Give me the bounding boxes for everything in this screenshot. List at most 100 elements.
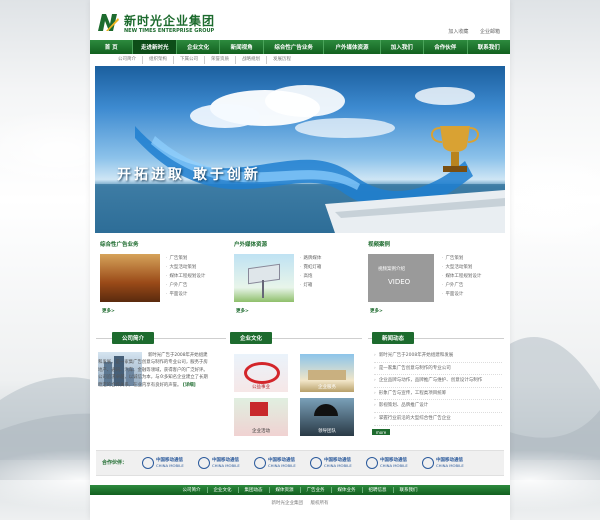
about-more-link[interactable]: [详细] <box>183 383 196 388</box>
footer-link[interactable]: 集团动态 <box>239 487 270 493</box>
footer-link[interactable]: 公司简介 <box>177 487 208 493</box>
nav-item-news[interactable]: 新闻视角 <box>220 40 264 54</box>
panel-title: 综合性广告业务 <box>100 242 139 248</box>
list-item[interactable]: 户外广告 <box>442 281 481 290</box>
subnav-item[interactable]: 公司简介 <box>112 56 143 64</box>
partner-logo[interactable]: 中国移动通信 CHINA MOBILE <box>198 456 248 470</box>
partner-name-en: CHINA MOBILE <box>268 463 296 468</box>
banner-slogan: 开拓进取 敢于创新 <box>117 167 261 183</box>
subnav-item[interactable]: 发展历程 <box>267 56 297 64</box>
about-text: 新时光广告于2008年开始组建和发展，是一家集广告创意与制作的专业公司，服务于房… <box>98 352 210 389</box>
list-item[interactable]: 平面设计 <box>166 290 205 299</box>
panel-title: 户外媒体资源 <box>234 242 268 248</box>
footer-link[interactable]: 媒体业务 <box>332 487 363 493</box>
culture-caption: 领导团队 <box>318 429 336 434</box>
list-item[interactable]: 高炮 <box>300 272 321 281</box>
city-night-image[interactable] <box>100 254 160 302</box>
more-link[interactable]: 更多> <box>370 308 383 314</box>
culture-card[interactable]: 领导团队 <box>300 398 354 436</box>
footer-link[interactable]: 企业文化 <box>208 487 239 493</box>
brand-name-en: NEW TIMES ENTERPRISE GROUP <box>124 28 215 34</box>
news-more-button[interactable]: more <box>372 429 390 435</box>
brand-logo[interactable]: 新时光企业集团 NEW TIMES ENTERPRISE GROUP <box>96 10 216 36</box>
culture-caption: 公益事业 <box>252 385 270 390</box>
news-item[interactable]: 形象广告与宣传，工程类项目统筹 <box>374 388 502 401</box>
list-item[interactable]: 户外广告 <box>166 281 205 290</box>
nav-item-culture[interactable]: 企业文化 <box>177 40 221 54</box>
add-favorite-link[interactable]: 加入收藏 <box>448 29 468 35</box>
culture-caption: 企业活动 <box>252 429 270 434</box>
nav-item-advertising[interactable]: 综合性广告业务 <box>264 40 325 54</box>
news-item[interactable]: 影视策划、品牌推广设计 <box>374 400 502 413</box>
news-item[interactable]: 企业品牌与动作，品牌推广与维护、创意设计与制作 <box>374 375 502 388</box>
culture-card[interactable]: 公益事业 <box>234 354 288 392</box>
nav-item-about[interactable]: 走进新时光 <box>133 40 177 54</box>
nav-item-outdoor-media[interactable]: 户外媒体资源 <box>324 40 381 54</box>
list-item[interactable]: 媒体工程规划设计 <box>166 272 205 281</box>
panel-title: 视频案例 <box>368 242 391 248</box>
nav-item-contact[interactable]: 联系我们 <box>468 40 510 54</box>
footer-nav: 公司简介 企业文化 集团动态 媒体资源 广告业务 媒体业务 招聘信息 联系我们 <box>90 485 510 495</box>
brand-name-cn: 新时光企业集团 <box>124 14 216 28</box>
list-item[interactable]: 灯箱 <box>300 281 321 290</box>
partner-logo[interactable]: 中国移动通信 CHINA MOBILE <box>422 456 472 470</box>
video-player[interactable]: 视频案例介绍 VIDEO <box>368 254 434 302</box>
list-item[interactable]: 霓虹灯箱 <box>300 263 321 272</box>
list-item[interactable]: 路牌媒体 <box>300 254 321 263</box>
billboard-shape <box>248 263 280 285</box>
list-item[interactable]: 大型活动策划 <box>442 263 481 272</box>
billboard-image[interactable] <box>234 254 294 302</box>
panel-advertising: 综合性广告业务 广告策划 大型活动策划 媒体工程规划设计 户外广告 平面设计 更… <box>100 240 226 316</box>
subnav-item[interactable]: 战略规划 <box>236 56 267 64</box>
news-item[interactable]: 掌握行业前沿的大型综合性广告企业 <box>374 413 502 426</box>
main-nav: 首 页 走进新时光 企业文化 新闻视角 综合性广告业务 户外媒体资源 加入我们 … <box>90 40 510 54</box>
top-links: 加入收藏 企业邮箱 <box>438 28 500 35</box>
list-item[interactable]: 广告策划 <box>442 254 481 263</box>
panel-video-cases: 视频案例 视频案例介绍 VIDEO 广告策划 大型活动策划 媒体工程规划设计 户… <box>368 240 494 316</box>
list-item[interactable]: 广告策划 <box>166 254 205 263</box>
subnav-item[interactable]: 下属公司 <box>174 56 205 64</box>
footer-link[interactable]: 联系我们 <box>394 487 424 493</box>
partner-logo[interactable]: 中国移动通信 CHINA MOBILE <box>142 456 192 470</box>
partner-name-en: CHINA MOBILE <box>212 463 240 468</box>
copyright-company: 新时光企业集团 <box>271 501 304 506</box>
china-mobile-icon <box>142 457 154 469</box>
list-item[interactable]: 媒体工程规划设计 <box>442 272 481 281</box>
china-mobile-icon <box>366 457 378 469</box>
sub-nav: 公司简介 组织架构 下属公司 荣誉资质 战略规划 发展历程 <box>112 56 297 64</box>
partner-logo[interactable]: 中国移动通信 CHINA MOBILE <box>254 456 304 470</box>
partner-name-en: CHINA MOBILE <box>324 463 352 468</box>
flag-shape <box>250 402 268 416</box>
list-item[interactable]: 平面设计 <box>442 290 481 299</box>
china-mobile-icon <box>198 457 210 469</box>
panel-list: 广告策划 大型活动策划 媒体工程规划设计 户外广告 平面设计 <box>166 254 205 299</box>
news-list: 新时光广告于2008年开始组建和发展 是一家集广告创意与制作的专业公司 企业品牌… <box>374 350 502 426</box>
nav-item-home[interactable]: 首 页 <box>90 40 134 54</box>
nav-item-partners[interactable]: 合作伙伴 <box>424 40 468 54</box>
partner-name-en: CHINA MOBILE <box>380 463 408 468</box>
partner-logo[interactable]: 中国移动通信 CHINA MOBILE <box>366 456 416 470</box>
copyright-rights: 版权所有 <box>310 501 329 506</box>
banner-scene <box>95 85 505 233</box>
footer-link[interactable]: 媒体资源 <box>270 487 301 493</box>
more-link[interactable]: 更多> <box>236 308 249 314</box>
more-link[interactable]: 更多> <box>102 308 115 314</box>
logo-n-icon <box>96 12 120 32</box>
culture-card[interactable]: 企业服务 <box>300 354 354 392</box>
news-item[interactable]: 是一家集广告创意与制作的专业公司 <box>374 363 502 376</box>
footer-link[interactable]: 广告业务 <box>301 487 332 493</box>
nav-item-join[interactable]: 加入我们 <box>381 40 425 54</box>
partner-logo[interactable]: 中国移动通信 CHINA MOBILE <box>310 456 360 470</box>
billboard-pole <box>262 280 264 298</box>
culture-card[interactable]: 企业活动 <box>234 398 288 436</box>
hero-banner[interactable]: 开拓进取 敢于创新 <box>95 66 505 233</box>
video-title: 视频案例介绍 <box>378 267 405 272</box>
subnav-item[interactable]: 组织架构 <box>143 56 174 64</box>
list-item[interactable]: 大型活动策划 <box>166 263 205 272</box>
news-item[interactable]: 新时光广告于2008年开始组建和发展 <box>374 350 502 363</box>
partners-label: 合作伙伴： <box>102 460 128 466</box>
footer-link[interactable]: 招聘信息 <box>363 487 394 493</box>
subnav-item[interactable]: 荣誉资质 <box>205 56 236 64</box>
section-title-culture: 企业文化 <box>230 332 273 344</box>
company-mail-link[interactable]: 企业邮箱 <box>480 29 500 35</box>
